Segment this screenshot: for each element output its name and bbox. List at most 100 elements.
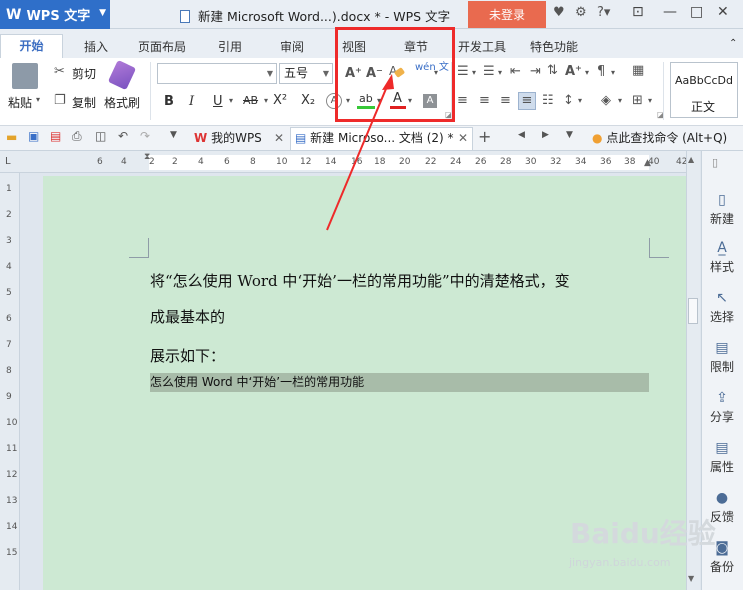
panel-select[interactable]: ↖ 选择 [701, 290, 743, 325]
chevron-down-icon[interactable]: ▾ [578, 96, 582, 105]
shading-icon[interactable]: ◈ [601, 93, 611, 108]
borders-icon[interactable]: ⊞ [632, 93, 643, 108]
panel-share[interactable]: ⇪ 分享 [701, 390, 743, 425]
cut-button[interactable]: 剪切 [72, 65, 96, 82]
tab-references[interactable]: 引用 [218, 38, 242, 55]
panel-new[interactable]: ▯ 新建 [701, 192, 743, 227]
tab-review[interactable]: 审阅 [280, 38, 304, 55]
font-name-combo[interactable]: ▼ [157, 63, 277, 84]
command-search[interactable]: ● 点此查找命令 (Alt+Q) [592, 128, 727, 149]
close-tab-icon[interactable]: ✕ [274, 128, 284, 149]
restore-ribbon-icon[interactable]: ⊡ [632, 4, 644, 20]
new-doc-icon: ▯ [718, 192, 726, 208]
paragraph-line[interactable]: 成最基本的 [150, 306, 225, 327]
chevron-down-icon[interactable]: ▾ [611, 68, 615, 77]
line-spacing-icon[interactable]: ↕ [563, 93, 574, 108]
chevron-down-icon[interactable]: ▾ [229, 96, 233, 105]
customize-toolbar-icon[interactable]: ▼ [170, 130, 177, 140]
style-name: 正文 [691, 100, 716, 114]
tab-stop-icon[interactable]: L [5, 156, 11, 167]
paragraph-line[interactable]: 将“怎么使用 Word 中‘开始’一栏的常用功能”中的清楚格式，变 [150, 270, 570, 291]
chevron-down-icon[interactable]: ▾ [36, 95, 40, 104]
bold-button[interactable]: B [164, 94, 174, 109]
superscript-button[interactable]: X² [273, 93, 287, 108]
panel-style[interactable]: A̲ 样式 [701, 240, 743, 275]
underline-button[interactable]: U [213, 94, 223, 109]
show-marks-icon[interactable]: ¶ [597, 64, 605, 79]
app-menu-button[interactable]: W WPS 文字 ▼ [0, 0, 110, 29]
redo-icon[interactable]: ↷ [140, 129, 150, 143]
tab-my-wps[interactable]: W 我的WPS ✕ [190, 128, 288, 149]
style-normal-button[interactable]: AaBbCcDd 正文 [670, 62, 738, 118]
subscript-button[interactable]: X₂ [301, 93, 315, 108]
scroll-up-icon[interactable]: ▲ [688, 155, 694, 164]
align-right-icon[interactable]: ≡ [500, 93, 511, 108]
ruler-number: 6 [224, 157, 230, 167]
ruler-number: 10 [6, 418, 18, 428]
strikethrough-button[interactable]: AB [243, 94, 258, 107]
right-indent-marker-icon[interactable]: ▲ [644, 158, 651, 168]
numbered-list-icon[interactable]: ☰ [483, 64, 495, 79]
chevron-down-icon[interactable]: ▾ [472, 68, 476, 77]
settings-icon[interactable]: ⚙ [575, 5, 587, 20]
decrease-indent-icon[interactable]: ⇤ [510, 64, 521, 79]
table-icon[interactable]: ▦ [632, 63, 644, 78]
minimize-button[interactable]: — [663, 4, 677, 20]
collapse-ribbon-icon[interactable]: ⌃ [729, 38, 737, 49]
tab-insert[interactable]: 插入 [84, 38, 108, 55]
ruler-number: 26 [475, 157, 487, 167]
bullet-list-icon[interactable]: ☰ [457, 64, 469, 79]
print-icon[interactable]: ⎙ [72, 129, 82, 144]
paste-button[interactable]: 粘贴 [8, 94, 32, 111]
scroll-down-icon[interactable]: ▼ [688, 574, 694, 583]
increase-indent-icon[interactable]: ⇥ [530, 64, 541, 79]
sort-icon[interactable]: ⇅ [547, 63, 558, 78]
tab-features[interactable]: 特色功能 [530, 38, 578, 55]
scrollbar-thumb[interactable] [688, 298, 698, 324]
chevron-down-icon[interactable]: ▾ [585, 68, 589, 77]
align-left-icon[interactable]: ≡ [457, 93, 468, 108]
indent-marker-icon[interactable]: ⧗ [144, 152, 150, 162]
distribute-icon[interactable]: ☷ [542, 93, 554, 108]
undo-icon[interactable]: ↶ [118, 129, 128, 143]
font-size-combo[interactable]: 五号 ▼ [279, 63, 333, 84]
paragraph-line[interactable]: 展示如下： [150, 345, 225, 366]
print-preview-icon[interactable]: ◫ [95, 129, 106, 143]
change-case-icon[interactable]: A⁺ [565, 64, 582, 79]
close-button[interactable]: ✕ [717, 4, 729, 20]
tab-scroll-left-icon[interactable]: ◀ [518, 130, 525, 140]
tab-page-layout[interactable]: 页面布局 [138, 38, 186, 55]
format-painter-button[interactable]: 格式刷 [104, 94, 140, 111]
pane-toggle-icon[interactable]: ▯ [712, 156, 718, 169]
tab-document[interactable]: ▤ 新建 Microso... 文档 (2) * ✕ [290, 127, 473, 150]
chevron-down-icon[interactable]: ▾ [264, 96, 268, 105]
chevron-down-icon[interactable]: ▾ [648, 96, 652, 105]
highlighted-text[interactable]: 怎么使用 Word 中‘开始’一栏的常用功能 [150, 373, 649, 392]
export-pdf-icon[interactable]: ▤ [50, 129, 61, 143]
tab-developer[interactable]: 开发工具 [458, 38, 506, 55]
save-icon[interactable]: ▣ [28, 129, 39, 143]
tab-list-icon[interactable]: ▼ [566, 130, 573, 140]
panel-properties[interactable]: ▤ 属性 [701, 440, 743, 475]
tab-scroll-right-icon[interactable]: ▶ [542, 130, 549, 140]
skin-icon[interactable]: ♥ [553, 5, 565, 20]
open-folder-icon[interactable]: ▬ [6, 130, 17, 144]
chevron-down-icon: ▼ [99, 8, 106, 18]
tab-home[interactable]: 开始 [0, 34, 63, 58]
login-button[interactable]: 未登录 [468, 1, 546, 28]
new-tab-icon[interactable]: + [478, 127, 491, 146]
chevron-down-icon[interactable]: ▾ [618, 96, 622, 105]
chevron-down-icon[interactable]: ▾ [498, 68, 502, 77]
close-tab-icon[interactable]: ✕ [458, 128, 468, 149]
copy-button[interactable]: 复制 [72, 94, 96, 111]
baidu-watermark-url: jingyan.baidu.com [569, 556, 671, 569]
ruler-number: 38 [624, 157, 636, 167]
align-center-icon[interactable]: ≡ [479, 93, 490, 108]
panel-restrict[interactable]: ▤ 限制 [701, 340, 743, 375]
justify-icon[interactable]: ≡ [518, 92, 536, 110]
help-icon[interactable]: ?▾ [597, 5, 610, 20]
paste-icon[interactable] [12, 63, 38, 89]
maximize-button[interactable]: □ [690, 4, 703, 20]
document-icon: ▤ [295, 131, 307, 145]
italic-button[interactable]: I [189, 94, 194, 109]
